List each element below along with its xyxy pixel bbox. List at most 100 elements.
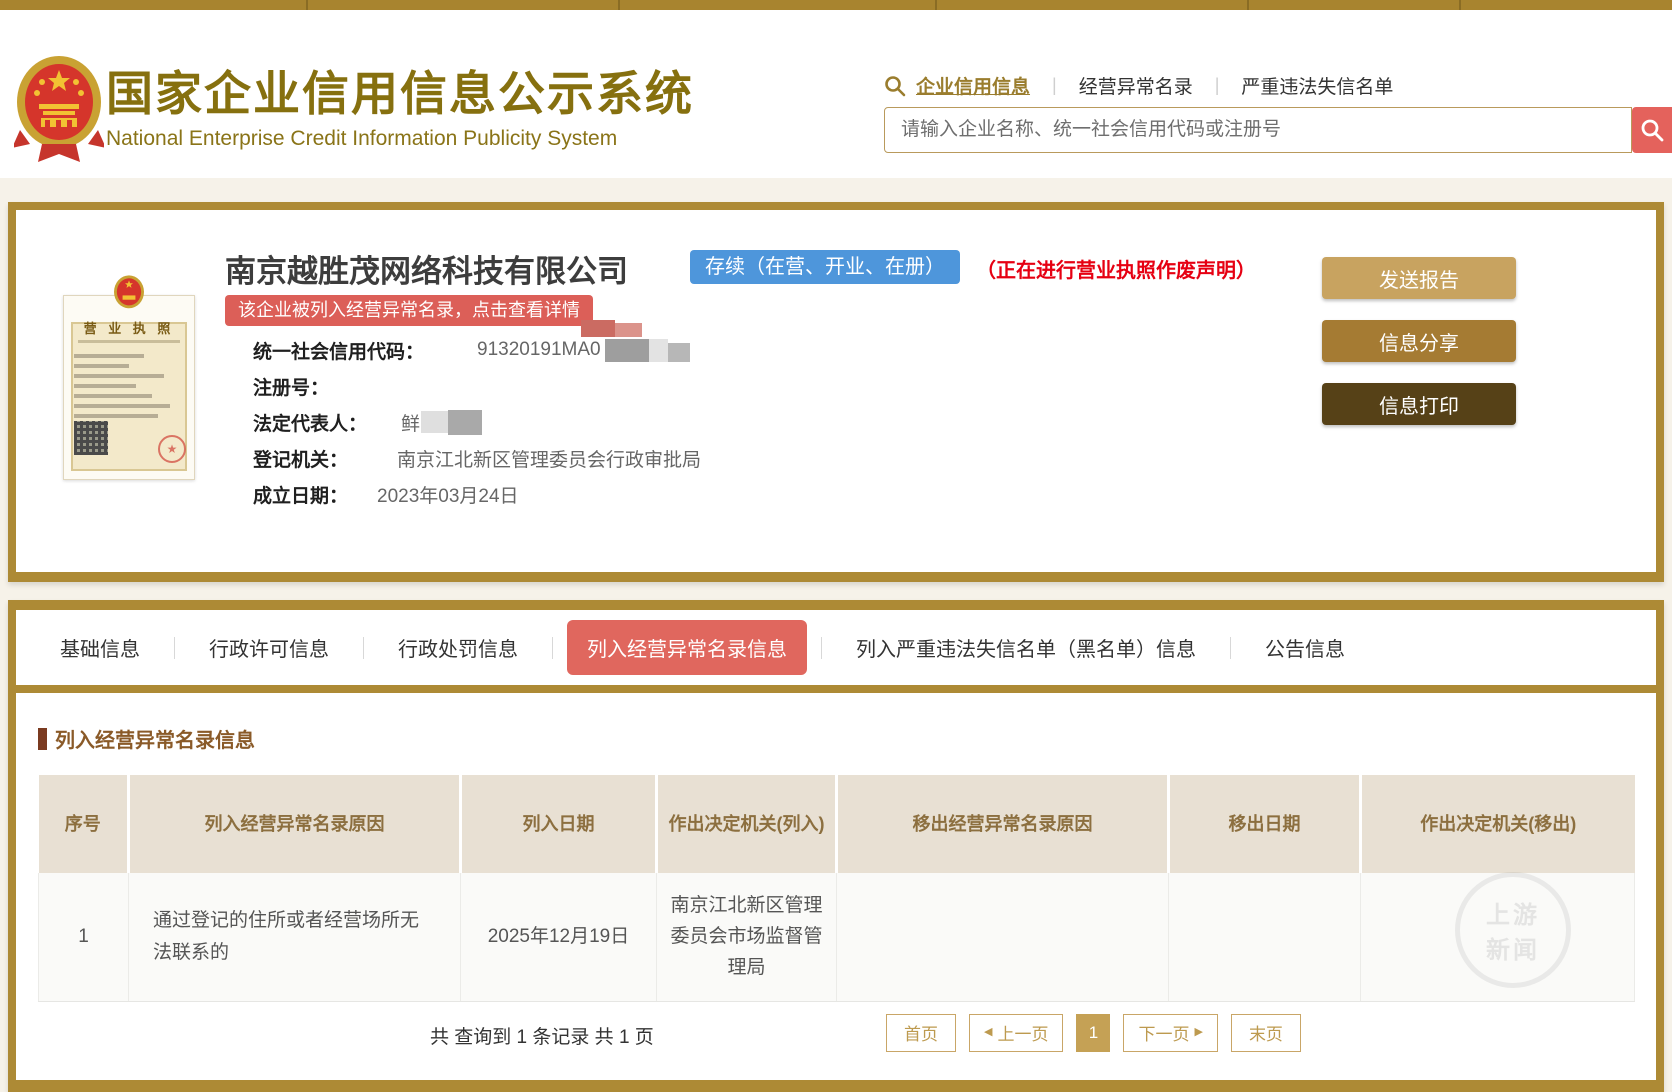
license-text-line [74, 414, 158, 418]
search-button-icon [1640, 118, 1664, 142]
tab-divider [1230, 637, 1231, 659]
redaction-block [649, 339, 668, 362]
strip-divider [1459, 0, 1461, 10]
business-license-thumbnail: 营 业 执 照 ★ [63, 295, 195, 480]
current-page-badge: 1 [1076, 1014, 1110, 1052]
license-text-line [74, 394, 152, 398]
license-text-line [74, 404, 170, 408]
share-info-button[interactable]: 信息分享 [1322, 320, 1516, 362]
site-title-block: 国家企业信用信息公示系统 National Enterprise Credit … [106, 68, 694, 151]
tab-bar: 基础信息 行政许可信息 行政处罚信息 列入经营异常名录信息 列入严重违法失信名单… [16, 610, 1656, 685]
license-void-notice: （正在进行营业执照作废声明） [976, 254, 1256, 283]
cell-date-out [1169, 873, 1361, 1001]
tab-divider [363, 637, 364, 659]
license-text-line [74, 354, 144, 358]
field-authority: 登记机关： 南京江北新区管理委员会行政审批局 [253, 440, 701, 476]
nav-enterprise-credit[interactable]: 企业信用信息 [916, 72, 1030, 99]
license-qr-code [74, 421, 108, 455]
print-info-button[interactable]: 信息打印 [1322, 383, 1516, 425]
gold-rule [16, 685, 1656, 693]
field-label: 登记机关： [253, 445, 363, 472]
col-reason-in: 列入经营异常名录原因 [129, 775, 461, 873]
strip-divider [618, 0, 620, 10]
tab-announcements[interactable]: 公告信息 [1245, 620, 1365, 675]
license-red-stamp-icon: ★ [158, 435, 186, 463]
cell-seq: 1 [39, 873, 129, 1001]
search-input[interactable] [884, 107, 1632, 153]
tab-admin-license[interactable]: 行政许可信息 [189, 620, 349, 675]
search-button[interactable] [1632, 107, 1672, 153]
license-text-line [74, 364, 129, 368]
search-category-nav: 企业信用信息 | 经营异常名录 | 严重违法失信名单 [884, 72, 1393, 99]
cell-date-in: 2025年12月19日 [461, 873, 657, 1001]
next-page-button[interactable]: 下一页▶ [1123, 1014, 1217, 1052]
nav-abnormal-list[interactable]: 经营异常名录 [1079, 72, 1193, 99]
send-report-button[interactable]: 发送报告 [1322, 257, 1516, 299]
cell-authority-in: 南京江北新区管理委员会市场监督管理局 [657, 873, 837, 1001]
pagination: 共 查询到 1 条记录 共 1 页 首页 ◀上一页 1 下一页▶ 末页 [38, 1014, 1634, 1054]
abnormal-list-table: 序号 列入经营异常名录原因 列入日期 作出决定机关(列入) 移出经营异常名录原因… [38, 775, 1635, 1002]
strip-divider [306, 0, 308, 10]
tab-divider [552, 637, 553, 659]
redaction-block-red [615, 323, 642, 337]
license-emblem-icon [112, 274, 146, 319]
redaction-block [421, 411, 448, 433]
tab-basic-info[interactable]: 基础信息 [40, 620, 160, 675]
tab-divider [174, 637, 175, 659]
search-icon [884, 75, 906, 97]
first-page-button[interactable]: 首页 [886, 1014, 956, 1052]
redaction-block [668, 343, 690, 362]
company-name: 南京越胜茂网络科技有限公司 [225, 246, 628, 291]
status-badge: 存续（在营、开业、在册） [690, 250, 960, 284]
abnormal-list-section: 列入经营异常名录信息 序号 列入经营异常名录原因 列入日期 作出决定机关(列入)… [16, 724, 1656, 1054]
license-text-line [74, 374, 164, 378]
national-emblem-icon [14, 52, 104, 164]
cell-reason-out [837, 873, 1169, 1001]
field-label: 统一社会信用代码： [253, 337, 463, 364]
redaction-block [448, 410, 482, 435]
redaction-block-red [581, 320, 615, 337]
field-value: 南京江北新区管理委员会行政审批局 [397, 445, 701, 472]
abnormal-list-banner[interactable]: 该企业被列入经营异常名录，点击查看详情 [225, 295, 593, 326]
license-subtitle-line [78, 340, 180, 343]
field-value: 2023年03月24日 [377, 481, 519, 508]
site-title: 国家企业信用信息公示系统 [106, 68, 694, 120]
tab-blacklist[interactable]: 列入严重违法失信名单（黑名单）信息 [836, 620, 1216, 675]
section-title-row: 列入经营异常名录信息 [38, 724, 1634, 753]
top-gold-strip [0, 0, 1672, 10]
nav-divider: | [1215, 75, 1220, 96]
field-value: 91320191MA0 [477, 339, 601, 361]
col-date-in: 列入日期 [461, 775, 657, 873]
last-page-button[interactable]: 末页 [1231, 1014, 1301, 1052]
field-label: 成立日期： [253, 481, 363, 508]
field-label: 法定代表人： [253, 409, 387, 436]
strip-divider [935, 0, 937, 10]
col-authority-out: 作出决定机关(移出) [1361, 775, 1635, 873]
site-subtitle: National Enterprise Credit Information P… [106, 127, 694, 151]
col-authority-in: 作出决定机关(列入) [657, 775, 837, 873]
nav-illegal-list[interactable]: 严重违法失信名单 [1241, 72, 1393, 99]
tab-abnormal-list[interactable]: 列入经营异常名录信息 [567, 620, 807, 675]
table-row: 1 通过登记的住所或者经营场所无法联系的 2025年12月19日 南京江北新区管… [39, 873, 1635, 1001]
section-marker [38, 728, 47, 750]
strip-divider [1247, 0, 1249, 10]
col-reason-out: 移出经营异常名录原因 [837, 775, 1169, 873]
cell-authority-out [1361, 873, 1635, 1001]
tab-admin-penalty[interactable]: 行政处罚信息 [378, 620, 538, 675]
company-fields: 统一社会信用代码： 91320191MA0 注册号： 法定代表人： 鲜 登记机关… [253, 332, 701, 512]
table-header-row: 序号 列入经营异常名录原因 列入日期 作出决定机关(列入) 移出经营异常名录原因… [39, 775, 1635, 873]
record-count-summary: 共 查询到 1 条记录 共 1 页 [430, 1022, 654, 1049]
field-credit-code: 统一社会信用代码： 91320191MA0 [253, 332, 701, 368]
field-reg-no: 注册号： [253, 368, 701, 404]
search-bar [884, 107, 1672, 153]
company-summary-card: 营 业 执 照 ★ 南京越胜茂网络科技有限公司 存续（在营、开业、在册） （正在… [8, 202, 1664, 582]
next-arrow-icon: ▶ [1194, 1027, 1202, 1038]
col-date-out: 移出日期 [1169, 775, 1361, 873]
prev-page-button[interactable]: ◀上一页 [969, 1014, 1063, 1052]
field-founded: 成立日期： 2023年03月24日 [253, 476, 701, 512]
section-title: 列入经营异常名录信息 [55, 724, 255, 753]
prev-arrow-icon: ◀ [984, 1027, 992, 1038]
cell-reason-in: 通过登记的住所或者经营场所无法联系的 [129, 873, 461, 1001]
field-value: 鲜 [401, 409, 420, 436]
redaction-block [605, 339, 649, 362]
